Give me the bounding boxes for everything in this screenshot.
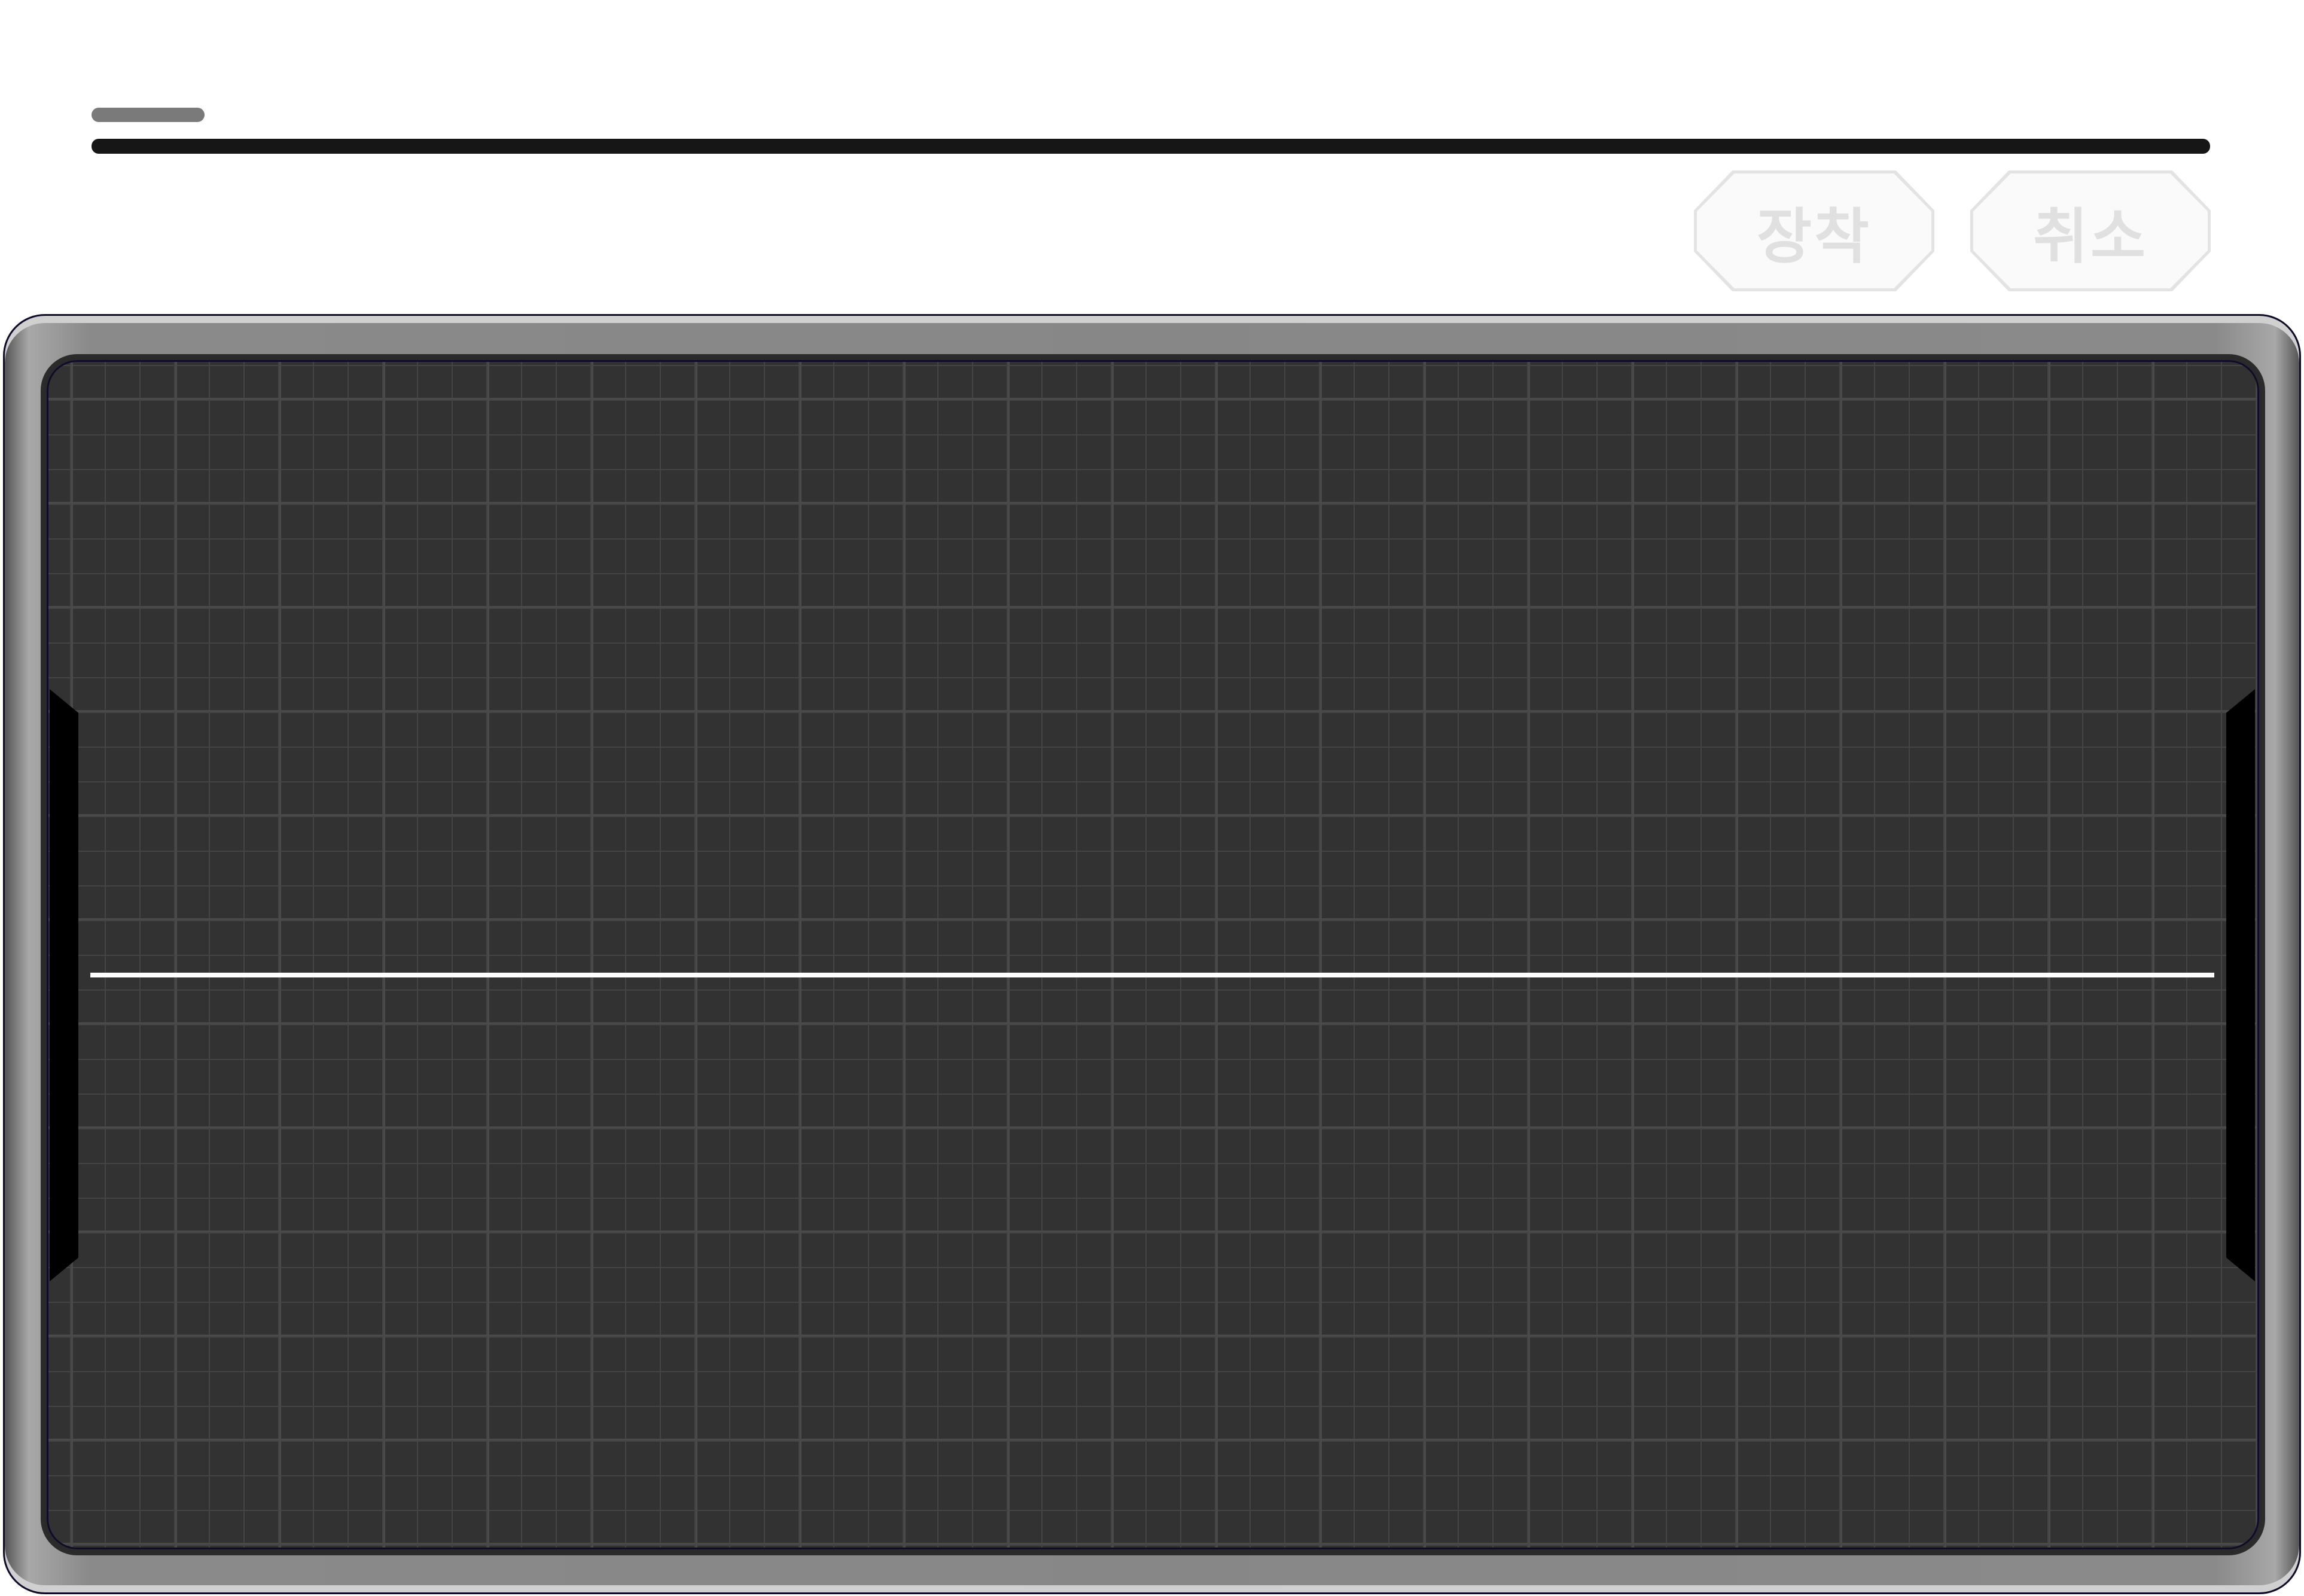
cancel-button[interactable]: 취소	[1970, 170, 2211, 291]
equip-button[interactable]: 장착	[1694, 170, 1934, 291]
signal-trace-line	[90, 973, 2214, 977]
header-divider-bar	[92, 139, 2210, 154]
equip-button-label: 장착	[1757, 201, 1872, 272]
right-bezel-notch	[2226, 689, 2255, 1281]
left-bezel-notch	[50, 689, 78, 1281]
header-indicator-bar	[92, 108, 205, 122]
cancel-button-label: 취소	[2033, 201, 2148, 272]
oscilloscope-grid-screen	[44, 358, 2262, 1552]
